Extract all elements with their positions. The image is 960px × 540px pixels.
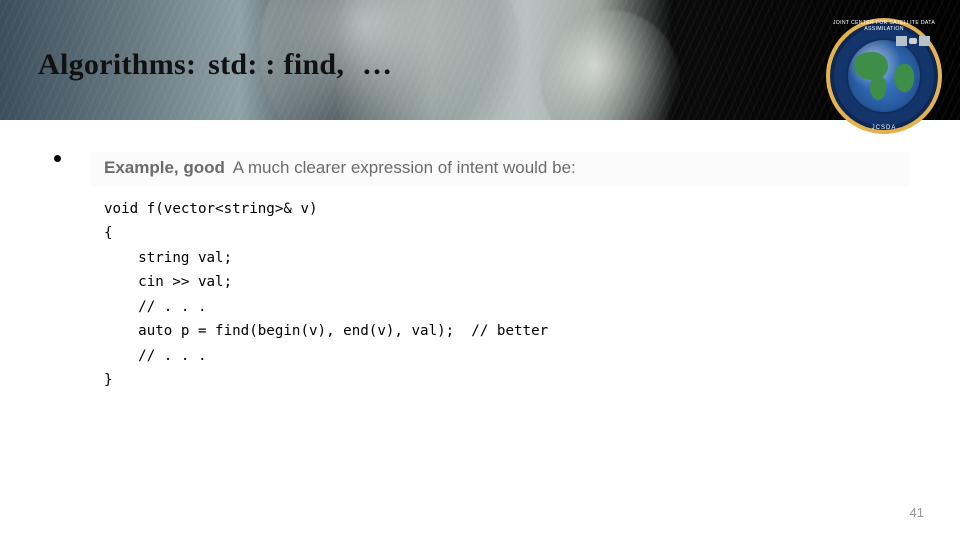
code-area: void f(vector<string>& v) { string val; … (90, 187, 910, 406)
hurricane-swirl-small (540, 10, 680, 120)
title-lead: Algorithms: (38, 48, 196, 81)
jcsda-logo: JOINT CENTER FOR SATELLITE DATA ASSIMILA… (826, 18, 942, 134)
title-tail: … (356, 48, 394, 81)
satellite-panel (896, 36, 907, 46)
example-header: Example, good A much clearer expression … (90, 152, 910, 187)
satellite-panel (919, 36, 930, 46)
code-snippet: void f(vector<string>& v) { string val; … (104, 197, 896, 392)
page-number: 41 (910, 505, 924, 520)
logo-bottom-text: JCSDA (826, 125, 942, 131)
satellite-body (909, 38, 917, 44)
title-mid: std: : find, (204, 48, 348, 81)
satellite-icon (896, 32, 930, 50)
landmass (870, 76, 886, 100)
bullet-icon (54, 155, 61, 162)
example-label: Example, good (104, 158, 225, 177)
example-block: Example, good A much clearer expression … (90, 152, 910, 406)
slide: Algorithms: std: : find, … JOINT CENTER … (0, 0, 960, 540)
landmass (894, 64, 914, 92)
slide-title: Algorithms: std: : find, … (38, 48, 394, 82)
logo-top-text: JOINT CENTER FOR SATELLITE DATA ASSIMILA… (826, 20, 942, 32)
globe-icon (848, 40, 920, 112)
example-caption: A much clearer expression of intent woul… (233, 158, 576, 177)
